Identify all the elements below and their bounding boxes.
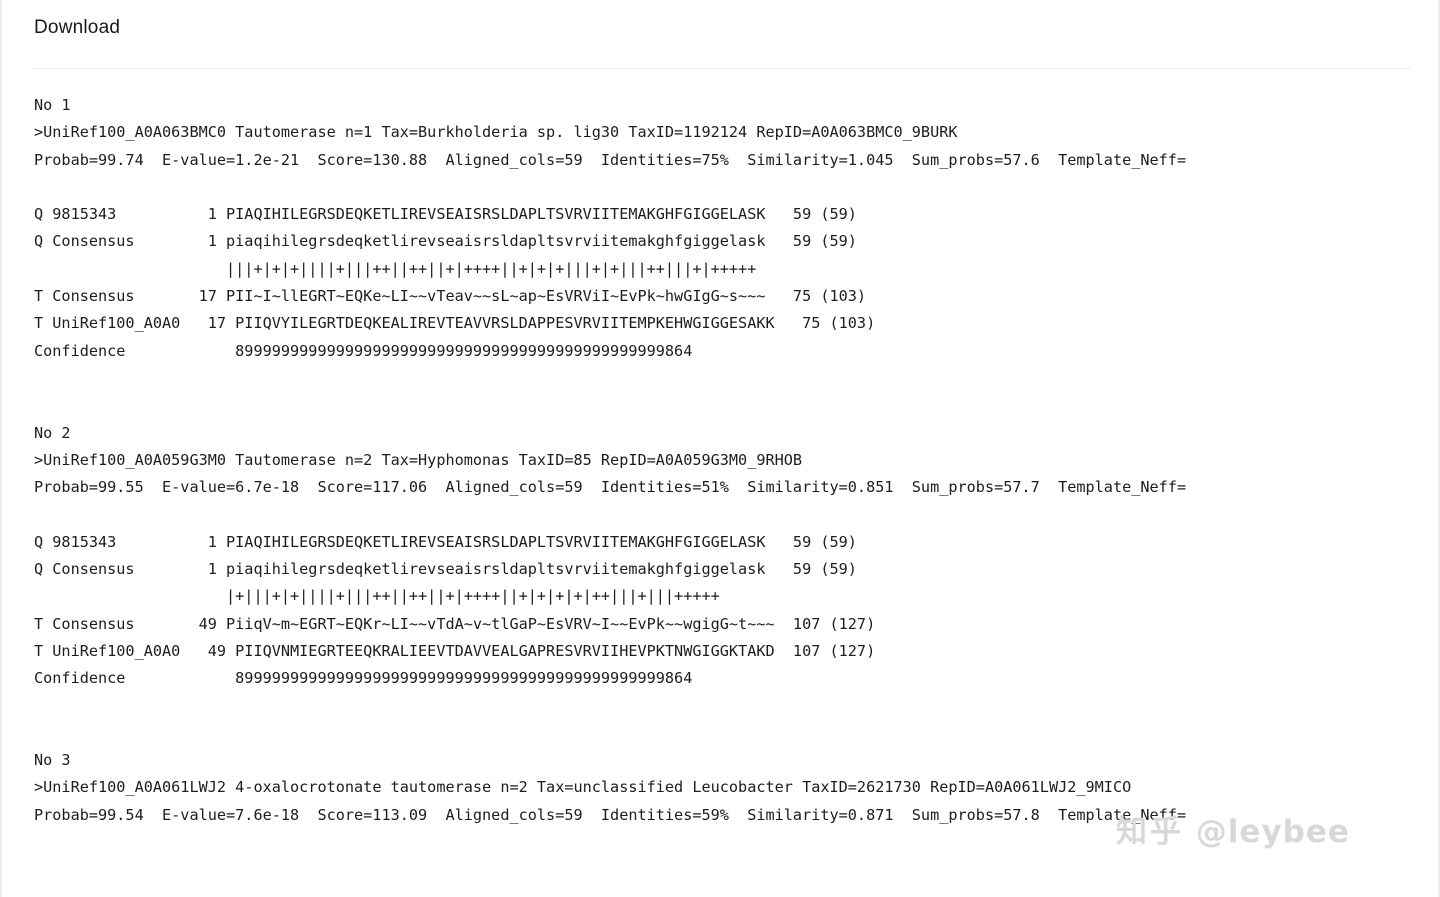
alignment-row-template: T UniRef100_A0A0 17 PIIQVYILEGRTDEQKEALI… xyxy=(34,314,876,333)
hit-statistics: Probab=99.55 E-value=6.7e-18 Score=117.0… xyxy=(34,478,1187,497)
alignment-row-template-consensus: T Consensus 17 PII~I~llEGRT~EQKe~LI~~vTe… xyxy=(34,287,867,306)
alignment-row-query-consensus: Q Consensus 1 piaqihilegrsdeqketlirevsea… xyxy=(34,232,857,251)
hit-description: >UniRef100_A0A063BMC0 Tautomerase n=1 Ta… xyxy=(34,123,958,142)
alignment-row-query: Q 9815343 1 PIAQIHILEGRSDEQKETLIREVSEAIS… xyxy=(34,532,857,551)
hit-statistics: Probab=99.54 E-value=7.6e-18 Score=113.0… xyxy=(34,805,1187,824)
alignment-row-template: T UniRef100_A0A0 49 PIIQVNMIEGRTEEQKRALI… xyxy=(34,641,876,660)
alignment-row-confidence: Confidence 89999999999999999999999999999… xyxy=(34,341,693,360)
hit-result-2: No 2 >UniRef100_A0A059G3M0 Tautomerase n… xyxy=(34,420,1438,693)
alignment-row-similarity: |||+|+|+||||+|||++||++||+|++++||+|+|+|||… xyxy=(34,259,757,278)
block-separator xyxy=(34,693,1438,748)
alignment-row-similarity: |+|||+|+||||+|||++||++||+|++++||+|+|+|+|… xyxy=(34,587,720,606)
hit-number-label: No 1 xyxy=(34,96,71,114)
alignment-row-query-consensus: Q Consensus 1 piaqihilegrsdeqketlirevsea… xyxy=(34,560,857,579)
download-button[interactable]: Download xyxy=(34,17,120,39)
alignment-row-query: Q 9815343 1 PIAQIHILEGRSDEQKETLIREVSEAIS… xyxy=(34,205,857,224)
alignment-results-list: No 1 >UniRef100_A0A063BMC0 Tautomerase n… xyxy=(34,92,1438,897)
hit-result-1: No 1 >UniRef100_A0A063BMC0 Tautomerase n… xyxy=(34,92,1438,365)
hit-result-3: No 3 >UniRef100_A0A061LWJ2 4-oxalocroton… xyxy=(34,747,1438,829)
panel-content: Download No 1 >UniRef100_A0A063BMC0 Taut… xyxy=(34,0,1438,897)
download-results-panel: Download No 1 >UniRef100_A0A063BMC0 Taut… xyxy=(0,0,1440,897)
alignment-row-template-consensus: T Consensus 49 PiiqV~m~EGRT~EQKr~LI~~vTd… xyxy=(34,614,876,633)
hit-number-label: No 3 xyxy=(34,751,71,770)
hit-description: >UniRef100_A0A059G3M0 Tautomerase n=2 Ta… xyxy=(34,450,803,469)
hit-description: >UniRef100_A0A061LWJ2 4-oxalocrotonate t… xyxy=(34,778,1132,797)
block-separator xyxy=(34,365,1438,420)
header-divider xyxy=(34,68,1410,69)
hit-statistics: Probab=99.74 E-value=1.2e-21 Score=130.8… xyxy=(34,150,1187,169)
alignment-row-confidence: Confidence 89999999999999999999999999999… xyxy=(34,669,693,688)
hit-number-label: No 2 xyxy=(34,423,71,442)
